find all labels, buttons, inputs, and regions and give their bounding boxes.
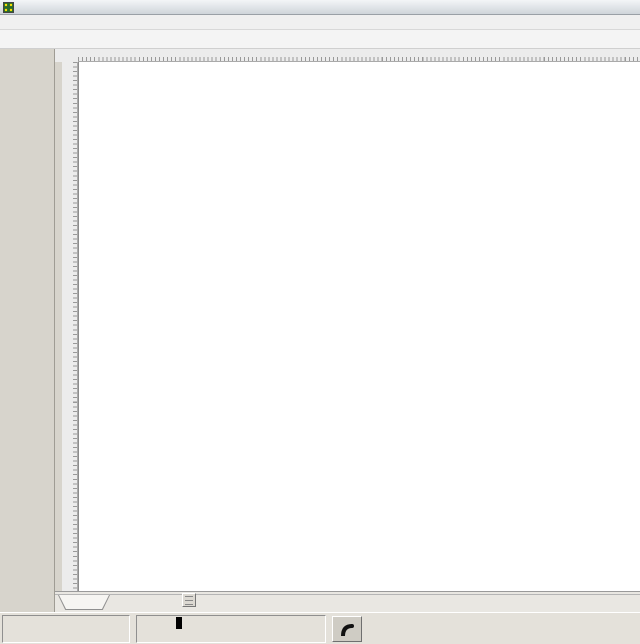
layer-visibility-strip[interactable] <box>176 617 182 629</box>
vertical-ruler <box>62 62 78 591</box>
pcb-canvas[interactable] <box>78 62 640 591</box>
scrollbar-grip[interactable] <box>182 593 196 607</box>
x-label <box>7 617 21 629</box>
ruler-unit-label <box>55 49 78 62</box>
tab-platine1-label <box>59 595 109 609</box>
menu-bar <box>0 15 640 30</box>
solder-side-icon <box>337 620 357 638</box>
main-area <box>0 49 640 613</box>
status-bar <box>0 612 640 644</box>
app-icon <box>3 2 14 13</box>
horizontal-ruler <box>78 49 640 62</box>
solder-side-button[interactable] <box>332 616 362 642</box>
app-window <box>0 0 640 644</box>
y-label <box>7 629 21 641</box>
toolbar <box>0 30 640 49</box>
layer-panel <box>136 615 326 643</box>
cursor-coordinates <box>2 615 130 643</box>
scrollbar-track[interactable] <box>55 594 640 595</box>
ruler-spacer <box>55 62 62 591</box>
sheet-tab-bar <box>55 591 640 613</box>
work-area <box>55 49 640 613</box>
title-bar <box>0 0 640 15</box>
pcb-drawing <box>79 62 640 591</box>
tab-platine1[interactable] <box>58 595 110 610</box>
tool-panel <box>0 49 55 613</box>
